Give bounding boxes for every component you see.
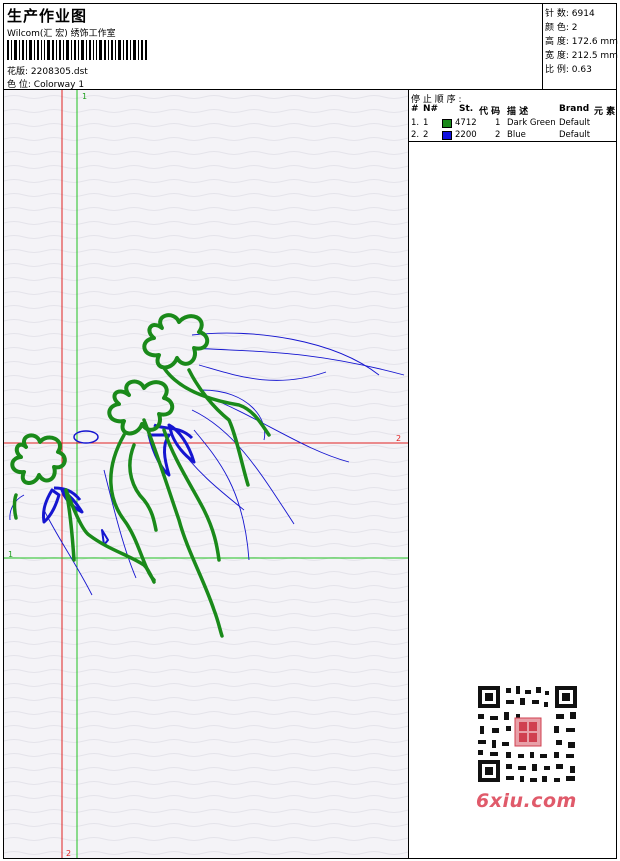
design-stats: 针 数: 6914 颜 色: 2 高 度: 172.6 mm 宽 度: 212.… xyxy=(542,4,618,90)
col-brand: Brand xyxy=(559,104,590,114)
col-description: 描 述 xyxy=(507,107,529,117)
qr-code xyxy=(470,682,585,802)
embroidery-preview: 1 2 1 2 xyxy=(4,90,408,858)
col-index: # xyxy=(411,104,419,114)
design-canvas: 1 2 1 2 xyxy=(4,90,409,858)
watermark-logo: 6xiu.com xyxy=(476,790,577,812)
page-title: 生产作业图 xyxy=(7,7,88,25)
guide-label-green-left: 1 xyxy=(8,550,13,559)
company-name: Wilcom(汇 宏) 绣饰工作室 xyxy=(7,29,116,39)
color-swatch xyxy=(442,131,452,140)
col-needle: N# xyxy=(423,104,439,114)
table-row: 1. 1 4712 1 Dark Green Default xyxy=(411,118,591,128)
stat-stitches: 针 数: 6914 xyxy=(545,9,595,19)
design-file: 花版: 2208305.dst xyxy=(7,67,88,77)
col-code: 代 码 xyxy=(479,107,501,117)
stat-height: 高 度: 172.6 mm xyxy=(545,37,618,47)
table-header: # N# St. 代 码 描 述 Brand 元 素 xyxy=(409,104,616,117)
header: 生产作业图 Wilcom(汇 宏) 绣饰工作室 花版: 2208305.dst … xyxy=(4,4,618,90)
header-info: 生产作业图 Wilcom(汇 宏) 绣饰工作室 花版: 2208305.dst … xyxy=(4,4,542,90)
guide-label-red-right: 2 xyxy=(396,434,401,443)
stop-sequence-table: 停 止 顺 序 : # N# St. 代 码 描 述 Brand 元 素 1. … xyxy=(409,90,616,142)
barcode xyxy=(7,40,147,60)
guide-label-green-top: 1 xyxy=(82,92,87,101)
stat-scale: 比 例: 0.63 xyxy=(545,65,592,75)
color-swatch xyxy=(442,119,452,128)
colorway: 色 位: Colorway 1 xyxy=(7,80,85,90)
table-row: 2. 2 2200 2 Blue Default xyxy=(411,130,591,140)
stat-width: 宽 度: 212.5 mm xyxy=(545,51,618,61)
col-stop: St. xyxy=(459,104,474,114)
col-element: 元 素 xyxy=(594,107,616,117)
guide-label-red-bottom: 2 xyxy=(66,849,71,858)
fabric-texture xyxy=(4,90,408,858)
stat-colors: 颜 色: 2 xyxy=(545,23,578,33)
